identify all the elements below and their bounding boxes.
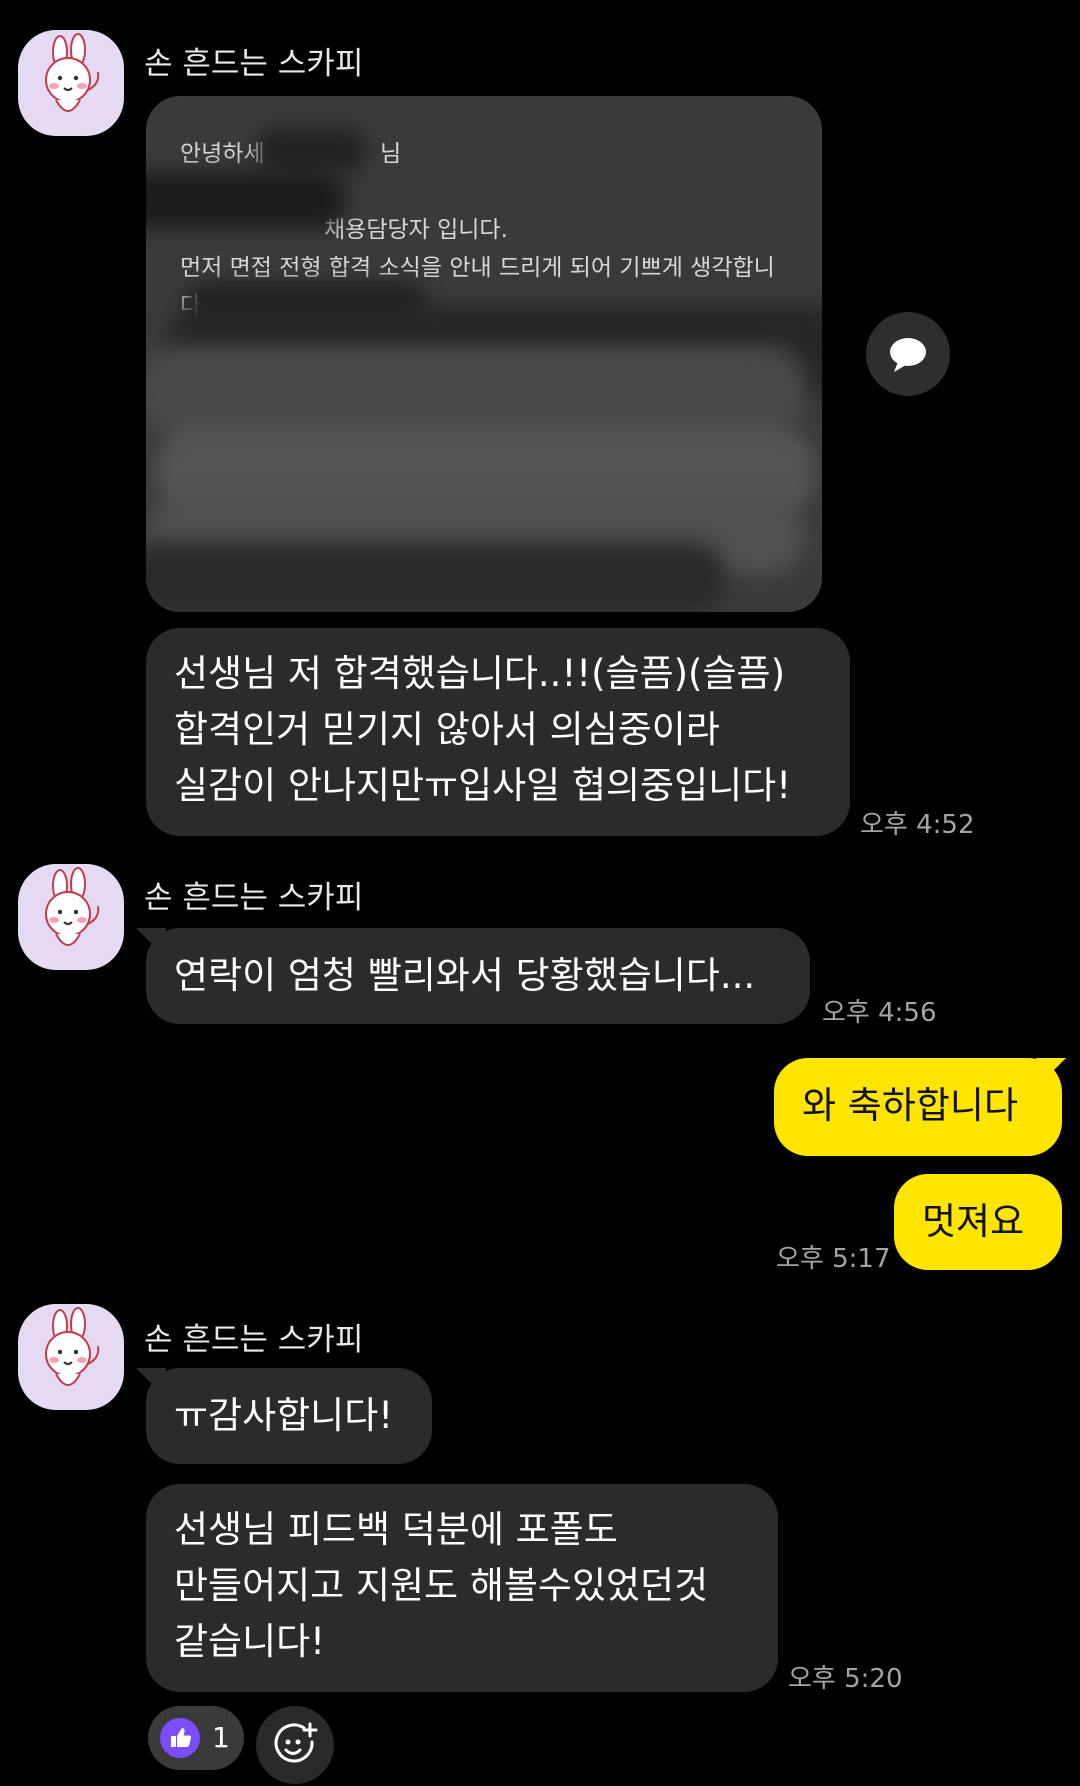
- message-line: 합격인거 믿기지 않아서 의심중이라: [174, 708, 720, 751]
- card-line-greeting: 안녕하세: [180, 141, 265, 167]
- bunny-avatar-icon: [45, 867, 100, 946]
- add-emoji-icon: [274, 1722, 318, 1763]
- message-time: 오후 5:20: [788, 1664, 903, 1694]
- sender-name: 손 흔드는 스카피: [144, 46, 364, 82]
- message-line: 선생님 저 합격했습니다..!!(슬픔)(슬픔): [174, 652, 786, 695]
- card-line-recruiter: 채용담당자 입니다.: [324, 217, 508, 243]
- message-text: 연락이 엄청 빨리와서 당황했습니다...: [174, 954, 756, 997]
- bunny-avatar-icon: [45, 33, 100, 112]
- message-text: 멋져요: [922, 1200, 1025, 1243]
- message-time: 오후 5:17: [776, 1244, 891, 1274]
- reaction-thumbs-up[interactable]: 1: [148, 1706, 244, 1770]
- my-message-bubble[interactable]: 와 축하합니다: [774, 1058, 1062, 1156]
- message-line: 만들어지고 지원도 해볼수있었던것: [174, 1564, 709, 1607]
- redaction-smudge: [146, 542, 726, 612]
- message-bubble[interactable]: ㅠ감사합니다!: [146, 1368, 432, 1464]
- my-message-bubble[interactable]: 멋져요: [894, 1174, 1062, 1270]
- share-button[interactable]: [866, 312, 950, 396]
- thumbs-up-icon: [160, 1718, 200, 1758]
- message-text: 와 축하합니다: [802, 1084, 1019, 1127]
- message-bubble[interactable]: 선생님 저 합격했습니다..!!(슬픔)(슬픔) 합격인거 믿기지 않아서 의심…: [146, 628, 850, 836]
- message-bubble[interactable]: 선생님 피드백 덕분에 포폴도 만들어지고 지원도 해볼수있었던것 같습니다!: [146, 1484, 778, 1692]
- bunny-avatar-icon: [45, 1307, 100, 1386]
- speech-bubble-icon: [890, 338, 926, 372]
- card-line-suffix: 님: [380, 141, 402, 167]
- sender-name: 손 흔드는 스카피: [144, 880, 364, 916]
- message-text: ㅠ감사합니다!: [174, 1394, 394, 1437]
- message-bubble[interactable]: 연락이 엄청 빨리와서 당황했습니다...: [146, 928, 810, 1024]
- blurred-message-card[interactable]: 안녕하세 님 채용담당자 입니다. 먼저 면접 전형 합격 소식을 안내 드리게…: [146, 96, 822, 612]
- message-line: 선생님 피드백 덕분에 포폴도: [174, 1508, 618, 1551]
- add-reaction-button[interactable]: [256, 1706, 334, 1784]
- sender-name: 손 흔드는 스카피: [144, 1322, 364, 1358]
- message-time: 오후 4:56: [822, 998, 937, 1028]
- reaction-count: 1: [212, 1721, 230, 1754]
- message-time: 오후 4:52: [860, 810, 975, 840]
- card-line-notice: 먼저 면접 전형 합격 소식을 안내 드리게 되어 기쁘게 생각합니: [180, 255, 775, 281]
- avatar[interactable]: [18, 1304, 124, 1410]
- avatar[interactable]: [18, 864, 124, 970]
- redaction-smudge: [146, 346, 806, 436]
- message-line: 같습니다!: [174, 1620, 325, 1663]
- redaction-smudge: [146, 172, 346, 228]
- message-line: 실감이 안나지만ㅠ입사일 협의중입니다!: [174, 764, 792, 807]
- avatar[interactable]: [18, 30, 124, 136]
- redaction-smudge: [256, 128, 366, 172]
